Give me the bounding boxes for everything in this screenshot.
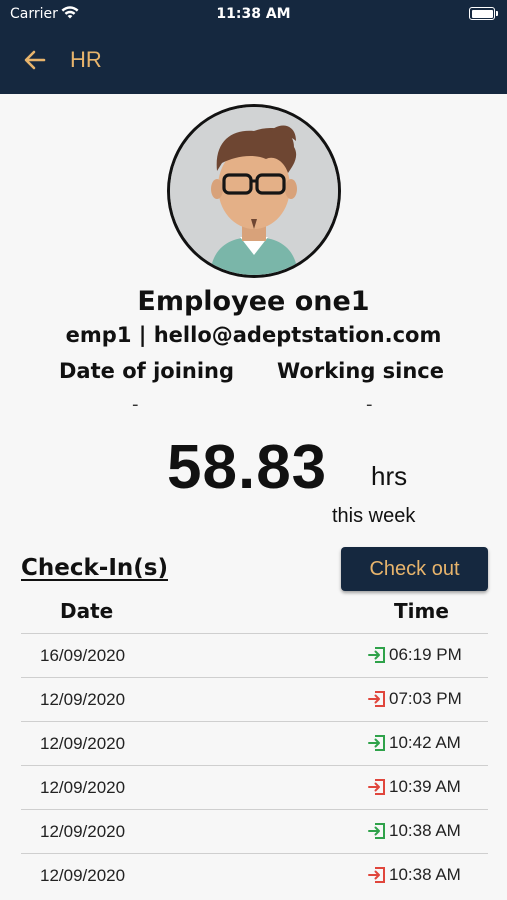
checkin-time-cell: 10:39 AM (367, 777, 461, 797)
checkin-date: 12/09/2020 (40, 778, 126, 797)
avatar-illustration (170, 107, 338, 275)
check-in-icon (368, 823, 385, 839)
checkin-time-cell: 06:19 PM (367, 645, 462, 665)
checkin-time: 10:38 AM (389, 865, 461, 884)
employee-name: Employee one1 (137, 286, 370, 317)
checkin-time-cell: 10:38 AM (367, 865, 461, 885)
avatar (167, 104, 341, 278)
checkin-time-cell: 10:42 AM (367, 733, 461, 753)
check-in-icon (368, 735, 385, 751)
checkin-time: 07:03 PM (389, 689, 462, 708)
checkin-date: 12/09/2020 (40, 866, 126, 885)
battery-icon (469, 7, 498, 20)
employee-id-email: emp1 | hello@adeptstation.com (65, 323, 442, 347)
weekly-hours-value: 58.83 (167, 433, 328, 502)
app-header: Carrier 11:38 AM HR (0, 0, 507, 94)
checkin-time-cell: 10:38 AM (367, 821, 461, 841)
weekly-hours-caption: this week (332, 505, 416, 527)
checkins-title: Check-In(s) (21, 555, 168, 581)
checkin-time: 10:39 AM (389, 777, 461, 796)
checkin-row: 12/09/2020 10:38 AM (21, 809, 488, 853)
checkin-date: 12/09/2020 (40, 690, 126, 709)
column-header-time: Time (394, 599, 449, 623)
status-time: 11:38 AM (216, 6, 291, 22)
check-out-icon (368, 779, 385, 795)
weekly-hours-unit: hrs (371, 461, 408, 491)
checkin-time-cell: 07:03 PM (367, 689, 462, 709)
checkin-row: 12/09/2020 10:42 AM (21, 721, 488, 765)
date-of-joining-label: Date of joining (59, 359, 235, 383)
page-title: HR (70, 47, 102, 72)
checkin-row: 16/09/2020 06:19 PM (21, 633, 488, 677)
date-of-joining-value: - (132, 394, 139, 415)
check-out-icon (368, 867, 385, 883)
check-in-icon (368, 647, 385, 663)
checkin-row: 12/09/2020 07:03 PM (21, 677, 488, 721)
nav-bar: HR (0, 40, 507, 80)
checkin-row: 12/09/2020 10:39 AM (21, 765, 488, 809)
checkin-time: 10:42 AM (389, 733, 461, 752)
checkin-row: 12/09/2020 10:38 AM (21, 853, 488, 897)
check-out-button[interactable]: Check out (341, 547, 488, 591)
column-header-date: Date (60, 599, 114, 623)
check-out-icon (368, 691, 385, 707)
working-since-label: Working since (277, 359, 444, 383)
checkin-date: 16/09/2020 (40, 646, 126, 665)
checkin-time: 10:38 AM (389, 821, 461, 840)
working-since-value: - (366, 394, 373, 415)
status-bar: Carrier 11:38 AM (0, 0, 507, 28)
checkins-table: 16/09/2020 06:19 PM 12/09/2020 07:03 PM 12/0… (21, 633, 488, 897)
checkin-date: 12/09/2020 (40, 734, 126, 753)
checkin-date: 12/09/2020 (40, 822, 126, 841)
checkin-time: 06:19 PM (389, 645, 462, 664)
arrow-left-icon[interactable] (22, 48, 48, 72)
